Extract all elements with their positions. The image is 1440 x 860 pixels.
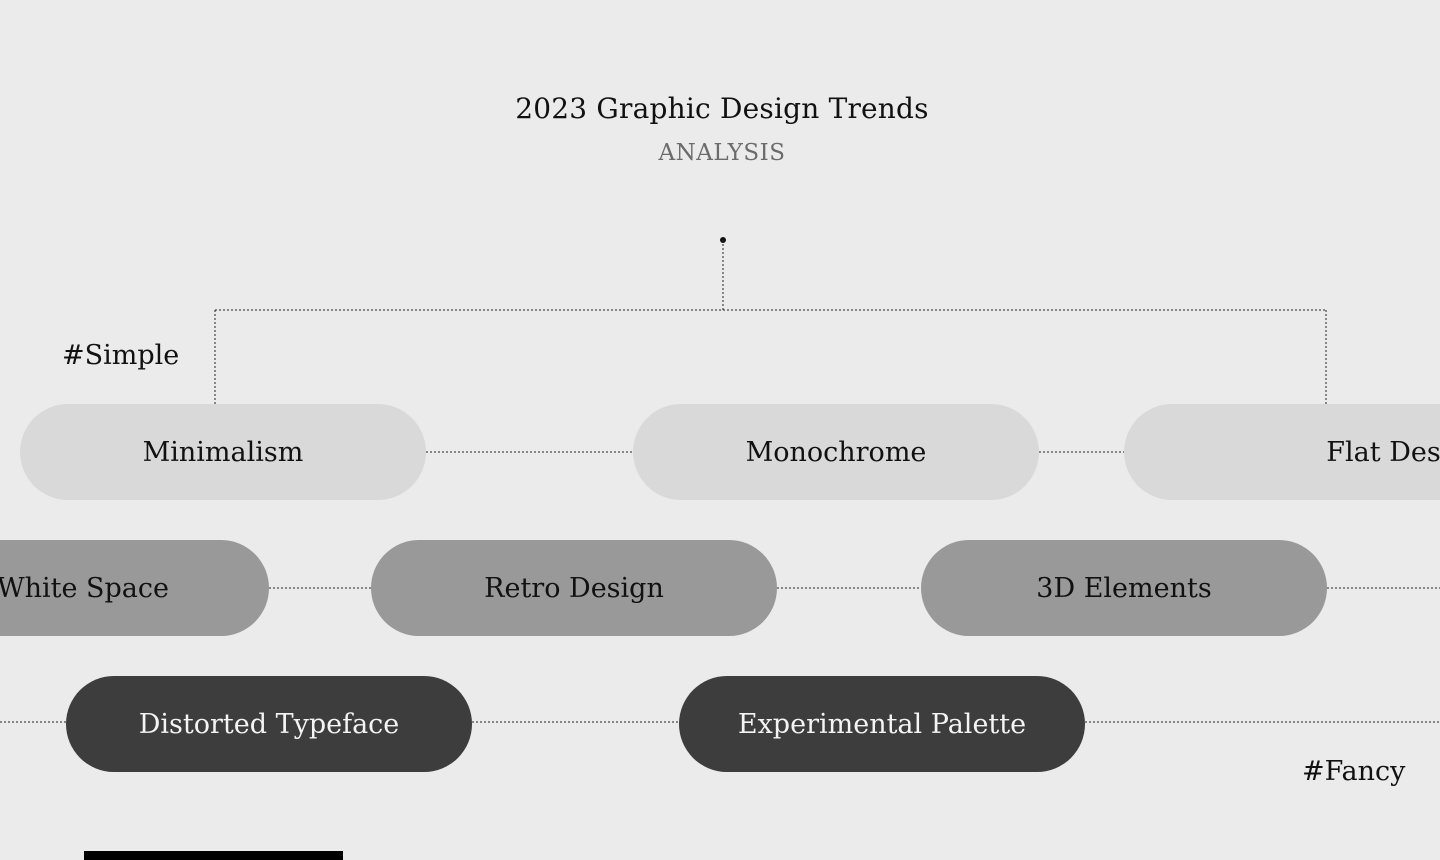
diagram-subtitle: ANALYSIS	[658, 140, 786, 166]
diagram-title: 2023 Graphic Design Trends	[515, 92, 929, 125]
diagram-canvas: 2023 Graphic Design Trends ANALYSIS #Sim…	[0, 0, 1440, 860]
trend-node-label: Distorted Typeface	[138, 708, 400, 740]
trend-node-label: Minimalism	[142, 436, 304, 468]
trend-node-label: 3D Elements	[1036, 572, 1212, 604]
trend-node-label: Retro Design	[484, 572, 664, 604]
trend-node-retro-design: Retro Design	[371, 540, 777, 636]
trend-node-label: Monochrome	[745, 436, 927, 468]
trend-node-label: Flat Design	[1326, 436, 1440, 468]
trend-node-label: White Space	[0, 572, 169, 604]
bottom-accent-bar	[84, 851, 343, 860]
trend-node-white-space: White Space	[0, 540, 269, 636]
trend-node-minimalism: Minimalism	[20, 404, 426, 500]
trend-node-flat-design: Flat Design	[1124, 404, 1440, 500]
tag-simple: #Simple	[62, 340, 180, 371]
trend-node-monochrome: Monochrome	[633, 404, 1039, 500]
trend-node-label: Experimental Palette	[737, 708, 1027, 740]
tag-fancy: #Fancy	[1302, 756, 1406, 787]
trend-node-experimental-palette: Experimental Palette	[679, 676, 1085, 772]
trend-node-distorted-typeface: Distorted Typeface	[66, 676, 472, 772]
trend-node-3d-elements: 3D Elements	[921, 540, 1327, 636]
